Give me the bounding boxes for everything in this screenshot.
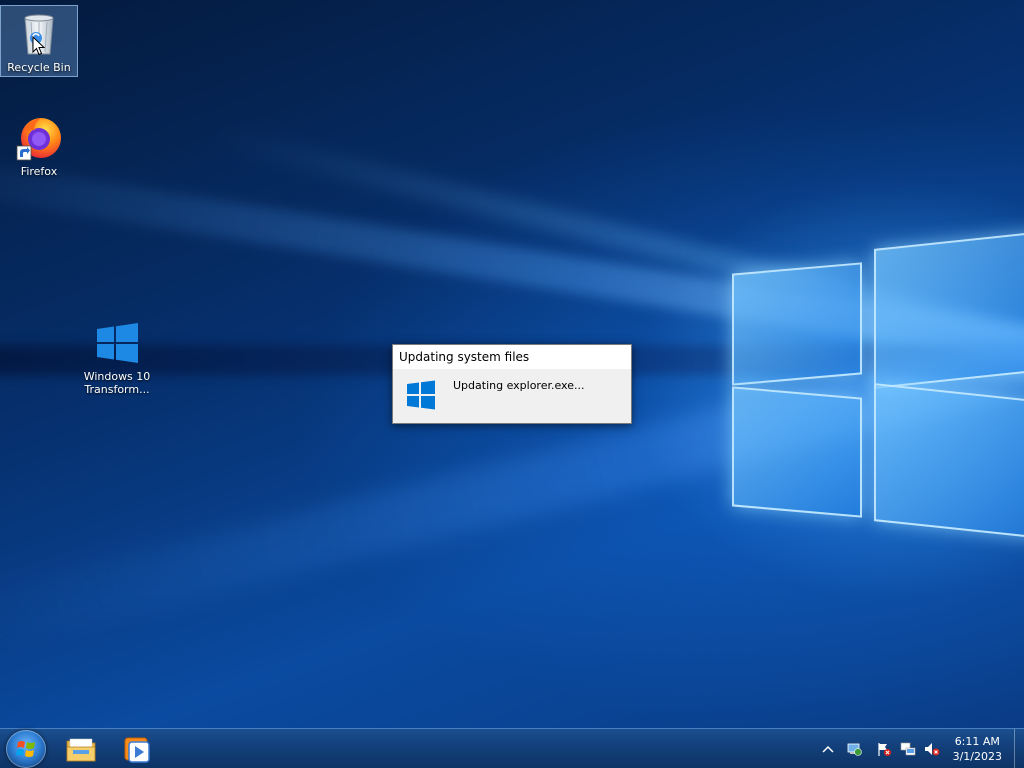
desktop: Recycle Bin Firefox Windows 10 Transform… bbox=[0, 0, 1024, 728]
dialog-body: Updating explorer.exe... bbox=[393, 369, 631, 423]
wallpaper-logo-pane bbox=[874, 383, 1024, 539]
desktop-icon-label: Recycle Bin bbox=[7, 61, 71, 74]
dialog-title: Updating system files bbox=[393, 345, 631, 369]
desktop-icon-label-line2: Transform... bbox=[84, 383, 150, 396]
media-player-icon bbox=[124, 737, 150, 763]
system-clock[interactable]: 6:11 AM 3/1/2023 bbox=[953, 734, 1002, 764]
clock-date: 3/1/2023 bbox=[952, 750, 1002, 763]
show-desktop-button[interactable] bbox=[1014, 729, 1024, 768]
taskbar-file-explorer-button[interactable] bbox=[64, 733, 98, 765]
wallpaper-logo-pane bbox=[874, 231, 1024, 389]
volume-muted-icon[interactable] bbox=[924, 741, 940, 757]
wallpaper-logo-pane bbox=[732, 262, 862, 386]
network-update-icon[interactable] bbox=[846, 741, 862, 757]
wallpaper-logo-pane bbox=[732, 386, 862, 518]
desktop-icon-label: Firefox bbox=[20, 165, 58, 178]
desktop-icon-firefox[interactable]: Firefox bbox=[0, 110, 78, 180]
taskbar: 6:11 AM 3/1/2023 bbox=[0, 728, 1024, 768]
taskbar-media-player-button[interactable] bbox=[120, 733, 154, 765]
desktop-icon-label-line1: Windows 10 bbox=[83, 370, 151, 383]
windows-logo-icon bbox=[406, 379, 436, 411]
file-explorer-icon bbox=[66, 738, 96, 762]
action-center-flag-icon[interactable] bbox=[876, 741, 892, 757]
dialog-message: Updating explorer.exe... bbox=[453, 379, 585, 392]
chevron-up-icon[interactable] bbox=[820, 741, 836, 757]
mouse-cursor-icon bbox=[32, 36, 46, 56]
updating-dialog: Updating system files Updating explorer.… bbox=[392, 344, 632, 424]
windows-logo-icon bbox=[93, 319, 141, 367]
start-orb-icon bbox=[16, 741, 35, 757]
start-button[interactable] bbox=[6, 730, 46, 768]
desktop-icon-windows10-transformation[interactable]: Windows 10 Transform... bbox=[78, 315, 156, 398]
network-icon[interactable] bbox=[900, 741, 916, 757]
clock-time: 6:11 AM bbox=[954, 735, 1000, 748]
firefox-icon bbox=[15, 114, 63, 162]
